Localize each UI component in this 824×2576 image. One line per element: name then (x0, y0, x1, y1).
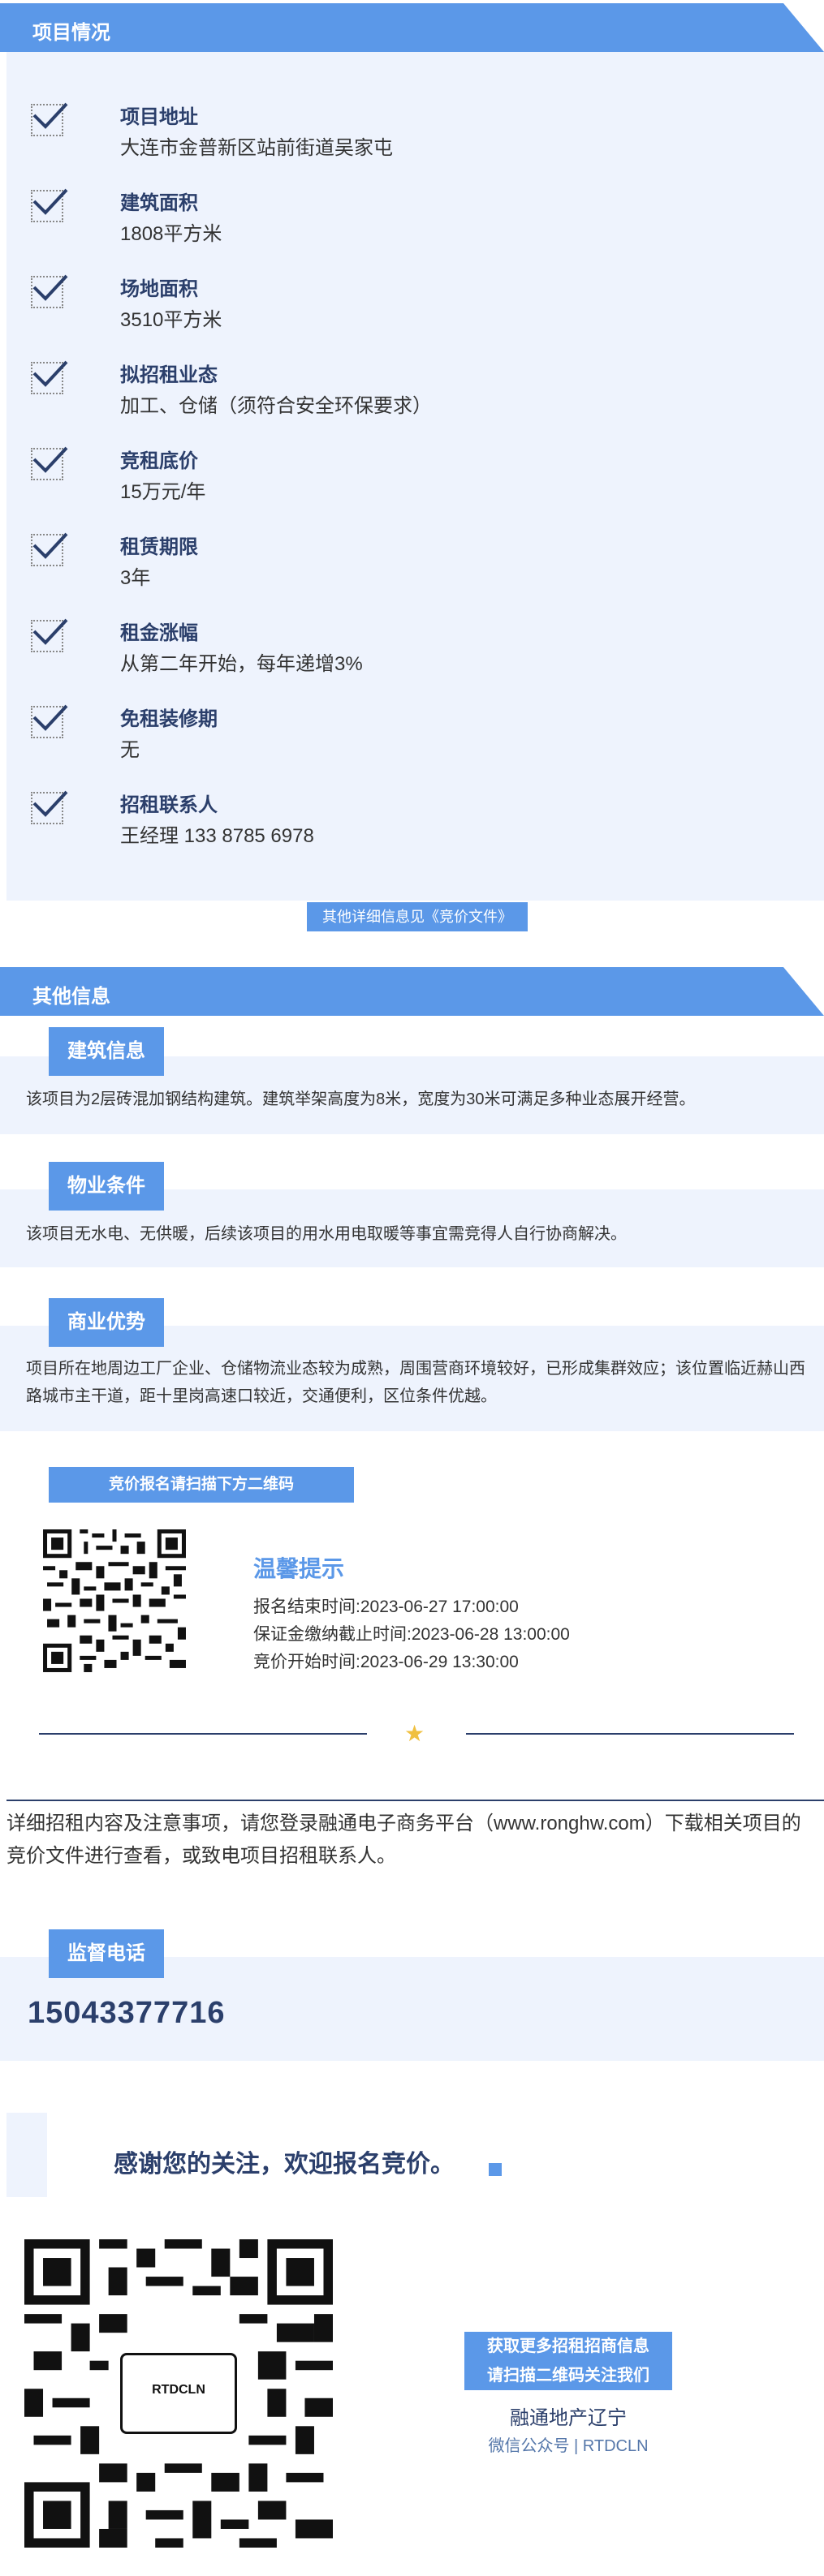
brand-sub: 微信公众号 | RTDCLN (488, 2437, 649, 2455)
project-item-value: 无 (120, 739, 140, 761)
divider-left (39, 1733, 367, 1735)
project-item-value: 加工、仓储（须符合安全环保要求） (120, 395, 432, 417)
project-item: 项目地址大连市金普新区站前街道吴家屯 (6, 101, 737, 174)
signup-banner: 竞价报名请扫描下方二维码 (49, 1467, 354, 1503)
project-section-title: 项目情况 (32, 22, 110, 44)
project-item: 租金涨幅从第二年开始，每年递增3% (6, 617, 737, 690)
brand-name: 融通地产辽宁 (510, 2407, 627, 2429)
building-tag: 建筑信息 (49, 1027, 164, 1076)
qr-logo-box: RTDCLN (120, 2353, 237, 2434)
tip-title: 温馨提示 (253, 1556, 345, 1581)
project-item-title: 招租联系人 (120, 794, 218, 816)
project-item-title: 建筑面积 (120, 192, 198, 214)
project-section-header: 项目情况 (0, 3, 824, 52)
project-item-value: 3510平方米 (120, 309, 222, 331)
qr-logo-text: RTDCLN (152, 2383, 205, 2397)
paragraph-top-rule (6, 1800, 824, 1801)
property-tag: 物业条件 (49, 1162, 164, 1211)
project-item-value: 3年 (120, 567, 151, 589)
project-item-value: 大连市金普新区站前街道吴家屯 (120, 137, 393, 159)
checkbox-checked-icon (31, 102, 68, 136)
project-item: 免租装修期无 (6, 703, 737, 776)
building-text: 该项目为2层砖混加钢结构建筑。建筑举架高度为8米，宽度为30米可满足多种业态展开… (26, 1090, 696, 1108)
divider-right (466, 1733, 794, 1735)
project-item: 招租联系人王经理 133 8785 6978 (6, 789, 737, 862)
project-item-value: 15万元/年 (120, 481, 206, 503)
checkbox-checked-icon (31, 532, 68, 566)
advantage-tag: 商业优势 (49, 1298, 164, 1347)
project-item-value: 从第二年开始，每年递增3% (120, 653, 363, 675)
signup-qr-code[interactable] (39, 1525, 190, 1676)
checkbox-checked-icon (31, 704, 68, 738)
advantage-text: 项目所在地周边工厂企业、仓储物流业态较为成熟，周围营商环境较好，已形成集群效应；… (26, 1360, 805, 1405)
header-notch (783, 3, 824, 52)
tip-line-deposit-deadline: 保证金缴纳截止时间:2023-06-28 13:00:00 (253, 1625, 570, 1644)
tip-line-signup-end: 报名结束时间:2023-06-27 17:00:00 (253, 1598, 519, 1616)
supervise-tag: 监督电话 (49, 1929, 164, 1978)
project-item-value: 王经理 133 8785 6978 (120, 825, 314, 847)
project-item-title: 拟招租业态 (120, 364, 218, 386)
tip-line-bid-start: 竞价开始时间:2023-06-29 13:30:00 (253, 1653, 519, 1671)
star-icon: ★ (404, 1721, 425, 1746)
project-item: 租赁期限 3年 (6, 531, 737, 604)
project-item-title: 竞租底价 (120, 450, 198, 472)
other-section-title: 其他信息 (32, 986, 110, 1008)
cta-line-1: 获取更多招租招商信息 (464, 2332, 672, 2361)
other-section-header: 其他信息 (0, 967, 824, 1016)
project-item: 建筑面积 1808平方米 (6, 187, 737, 260)
project-item-title: 租金涨幅 (120, 622, 198, 644)
detail-paragraph: 详细招租内容及注意事项，请您登录融通电子商务平台（www.ronghw.com）… (6, 1813, 801, 1867)
project-item: 场地面积 3510平方米 (6, 273, 737, 346)
wechat-qr-code[interactable]: RTDCLN (24, 2239, 333, 2548)
thanks-text: 感谢您的关注，欢迎报名竞价。 (114, 2151, 455, 2178)
checkbox-checked-icon (31, 790, 68, 824)
cta-line-2: 请扫描二维码关注我们 (464, 2361, 672, 2390)
project-item-title: 租赁期限 (120, 536, 198, 558)
checkbox-checked-icon (31, 274, 68, 308)
detail-note-badge: 其他详细信息见《竞价文件》 (307, 902, 528, 931)
project-panel: 项目地址大连市金普新区站前街道吴家屯 建筑面积 1808平方米 场地面积 3510平方米… (6, 52, 824, 901)
project-item-value: 1808平方米 (120, 223, 222, 245)
project-item: 竞租底价 15万元/年 (6, 445, 737, 518)
checkbox-checked-icon (31, 446, 68, 480)
checkbox-checked-icon (31, 360, 68, 394)
project-item-title: 项目地址 (120, 106, 198, 128)
checkbox-checked-icon (31, 188, 68, 222)
project-item-title: 场地面积 (120, 278, 198, 300)
property-text: 该项目无水电、无供暖，后续该项目的用水用电取暖等事宜需竞得人自行协商解决。 (26, 1225, 627, 1243)
header-notch (783, 967, 824, 1016)
accent-square (489, 2163, 502, 2176)
project-item-title: 免租装修期 (120, 708, 218, 730)
supervise-phone[interactable]: 15043377716 (28, 1996, 225, 2031)
project-item: 拟招租业态加工、仓储（须符合安全环保要求） (6, 359, 737, 432)
checkbox-checked-icon (31, 618, 68, 652)
thanks-accent-block (6, 2113, 47, 2197)
signup-qr-graphic (39, 1525, 190, 1676)
